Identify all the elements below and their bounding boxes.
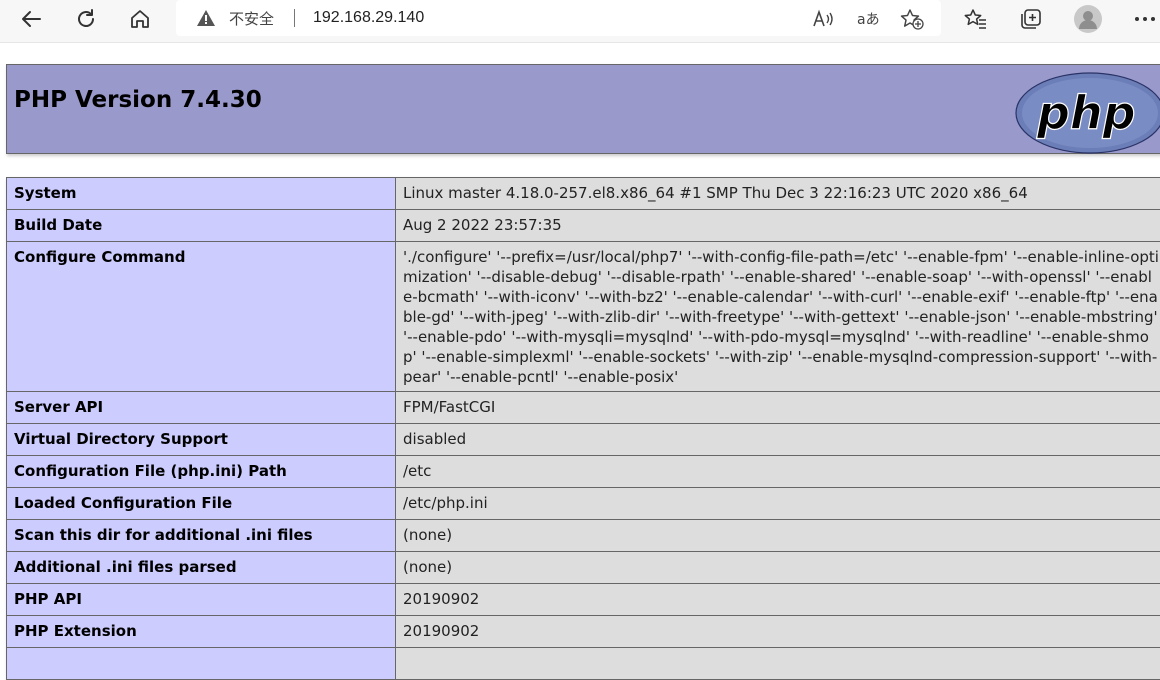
php-logo-text: php	[1036, 86, 1136, 140]
table-row: Build DateAug 2 2022 23:57:35	[7, 210, 1160, 242]
table-row: Virtual Directory Supportdisabled	[7, 424, 1160, 456]
table-row: PHP API20190902	[7, 584, 1160, 616]
back-arrow-icon	[20, 8, 42, 30]
refresh-button[interactable]	[68, 3, 104, 35]
row-value: /etc	[396, 456, 1160, 488]
row-value: FPM/FastCGI	[396, 392, 1160, 424]
back-button[interactable]	[13, 3, 49, 35]
php-header: PHP Version 7.4.30 php	[6, 64, 1160, 154]
warning-icon	[196, 8, 216, 32]
row-value: (none)	[396, 552, 1160, 584]
row-value: Linux master 4.18.0-257.el8.x86_64 #1 SM…	[396, 178, 1160, 210]
table-row: Configure Command'./configure' '--prefix…	[7, 242, 1160, 392]
favorites-icon	[964, 8, 988, 30]
row-key: Loaded Configuration File	[7, 488, 396, 520]
php-logo-icon[interactable]: php	[1015, 72, 1160, 154]
read-aloud-button[interactable]	[806, 3, 840, 35]
address-separator	[294, 9, 295, 27]
insecure-label[interactable]: 不安全	[229, 8, 274, 29]
collections-button[interactable]	[1013, 3, 1049, 35]
phpinfo-content: PHP Version 7.4.30 php SystemLinux maste…	[6, 64, 1160, 154]
refresh-icon	[75, 8, 97, 30]
row-key	[7, 648, 396, 680]
read-aloud-icon	[812, 9, 834, 29]
row-value: './configure' '--prefix=/usr/local/php7'…	[396, 242, 1160, 392]
row-value: Aug 2 2022 23:57:35	[396, 210, 1160, 242]
row-key: PHP Extension	[7, 616, 396, 648]
row-key: Configuration File (php.ini) Path	[7, 456, 396, 488]
add-favorite-button[interactable]	[895, 3, 929, 35]
table-row: PHP Extension20190902	[7, 616, 1160, 648]
table-row: Server APIFPM/FastCGI	[7, 392, 1160, 424]
row-key: Scan this dir for additional .ini files	[7, 520, 396, 552]
browser-toolbar: 不安全 192.168.29.140 aあ	[0, 0, 1160, 43]
row-value: (none)	[396, 520, 1160, 552]
star-add-icon	[900, 8, 924, 30]
row-key: Configure Command	[7, 242, 396, 392]
row-key: System	[7, 178, 396, 210]
row-key: PHP API	[7, 584, 396, 616]
row-key: Build Date	[7, 210, 396, 242]
avatar-icon	[1073, 4, 1103, 34]
row-key: Server API	[7, 392, 396, 424]
address-bar[interactable]: 不安全 192.168.29.140 aあ	[176, 0, 941, 36]
row-value	[396, 648, 1160, 680]
url-text[interactable]: 192.168.29.140	[313, 9, 424, 27]
translate-icon: aあ	[856, 9, 880, 29]
row-value: /etc/php.ini	[396, 488, 1160, 520]
table-row: Additional .ini files parsed(none)	[7, 552, 1160, 584]
row-value: 20190902	[396, 616, 1160, 648]
row-key: Additional .ini files parsed	[7, 552, 396, 584]
info-table: SystemLinux master 4.18.0-257.el8.x86_64…	[6, 177, 1160, 680]
svg-text:aあ: aあ	[857, 12, 880, 28]
translate-button[interactable]: aあ	[851, 3, 885, 35]
home-button[interactable]	[122, 3, 158, 35]
php-version-title: PHP Version 7.4.30	[14, 87, 262, 113]
table-row: Scan this dir for additional .ini files(…	[7, 520, 1160, 552]
row-value: disabled	[396, 424, 1160, 456]
ellipsis-icon	[1134, 16, 1156, 22]
row-key: Virtual Directory Support	[7, 424, 396, 456]
table-row: Configuration File (php.ini) Path/etc	[7, 456, 1160, 488]
more-menu-button[interactable]	[1127, 3, 1160, 35]
row-value: 20190902	[396, 584, 1160, 616]
profile-button[interactable]	[1070, 3, 1106, 35]
table-row: Loaded Configuration File/etc/php.ini	[7, 488, 1160, 520]
favorites-button[interactable]	[958, 3, 994, 35]
table-row: SystemLinux master 4.18.0-257.el8.x86_64…	[7, 178, 1160, 210]
table-row	[7, 648, 1160, 680]
home-icon	[129, 8, 151, 30]
collections-icon	[1019, 8, 1043, 30]
